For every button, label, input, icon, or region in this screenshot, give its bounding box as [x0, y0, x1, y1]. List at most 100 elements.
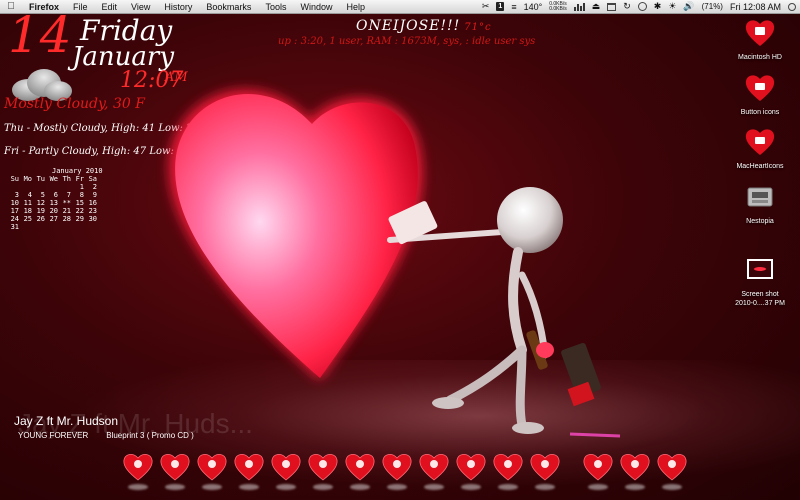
safari-heart-icon [197, 454, 227, 481]
dock-item[interactable] [342, 452, 378, 494]
desktop-icon-label: MacHeartIcons [736, 163, 784, 170]
desktop-icon-nestopia[interactable]: Nestopia [720, 182, 800, 226]
time-machine-icon[interactable] [637, 2, 647, 11]
calendar-day: 2 [92, 183, 97, 191]
calendar-day [34, 223, 47, 231]
dock-reflection [128, 484, 148, 490]
dock-item[interactable] [416, 452, 452, 494]
menu-bar:  Firefox File Edit View History Bookmar… [0, 0, 800, 14]
finder-heart-icon [123, 454, 153, 481]
calendar-day [47, 183, 60, 191]
dock-item[interactable] [194, 452, 230, 494]
dock-item[interactable] [453, 452, 489, 494]
wifi-icon[interactable]: ☀ [668, 1, 676, 12]
sync-icon[interactable]: ↻ [623, 1, 631, 12]
calendar-icon[interactable] [607, 2, 617, 11]
desktop-icon-label: Macintosh HD [738, 54, 782, 61]
eject-icon[interactable]: ⏏ [592, 1, 601, 12]
heart-painting-artwork [169, 89, 621, 438]
dock-item[interactable] [120, 452, 156, 494]
now-playing-artist: Jay Z ft Mr. Hudson [14, 414, 119, 428]
dock-item[interactable] [490, 452, 526, 494]
menu-view[interactable]: View [124, 2, 157, 12]
dock-reflection [535, 484, 555, 490]
network-monitor[interactable]: 0.0KB/s 0.0KB/s [549, 1, 567, 12]
desktop-icon-label: Screen shot 2010-0....37 PM [735, 291, 785, 307]
desktop-icon-button-icons[interactable]: Button icons [720, 73, 800, 117]
dock-reflection [461, 484, 481, 490]
calendar-day [21, 223, 34, 231]
dock-item[interactable] [379, 452, 415, 494]
calendar-day: 30 [88, 215, 97, 223]
dock-reflection [424, 484, 444, 490]
calendar-day [73, 223, 86, 231]
desktop-icon-label: Button icons [740, 109, 780, 116]
calendar-weekday: Tu [36, 175, 45, 183]
calendar-weekday: Th [62, 175, 71, 183]
calendar-day: 13 [49, 199, 58, 207]
menu-tools[interactable]: Tools [258, 2, 293, 12]
photo-heart-icon [271, 454, 301, 481]
desktop-icon-screen-shot[interactable]: Screen shot 2010-0....37 PM [720, 248, 800, 315]
photos-heart-icon [308, 454, 338, 481]
spotlight-search-icon[interactable] [788, 2, 796, 11]
dock-item[interactable] [231, 452, 267, 494]
menu-window[interactable]: Window [293, 2, 339, 12]
appstore-heart-icon [493, 454, 523, 481]
weather-conditions: Mostly Cloudy, 30 F [4, 96, 145, 112]
status-lines-icon[interactable]: ≡ [511, 2, 516, 12]
dock-reflection [350, 484, 370, 490]
calendar-day: 27 [49, 215, 58, 223]
menu-history[interactable]: History [157, 2, 199, 12]
calendar-day: 11 [23, 199, 32, 207]
calendar-day [8, 183, 21, 191]
volume-icon[interactable]: 🔊 [683, 1, 694, 12]
scissors-icon[interactable]: ✂ [482, 1, 490, 12]
geektool-title: ONEIJOSE!!! 71°c [356, 18, 492, 34]
calendar-day: 7 [66, 191, 71, 199]
battery-indicator[interactable]: (71%) [702, 2, 723, 11]
folder-heart-icon [745, 129, 775, 155]
desktop-icon-macintosh-hd[interactable]: Macintosh HD [720, 18, 800, 62]
dock-item[interactable] [157, 452, 193, 494]
headphones-heart-icon [345, 454, 375, 481]
clock[interactable]: Fri 12:08 AM [730, 2, 781, 12]
now-playing-details: YOUNG FOREVER Blueprint 3 ( Promo CD ) [18, 431, 194, 440]
folder-heart-icon [583, 454, 613, 481]
settings-heart-icon [530, 454, 560, 481]
dock-item[interactable] [617, 452, 653, 494]
menu-bookmarks[interactable]: Bookmarks [199, 2, 258, 12]
calendar-day: 5 [40, 191, 45, 199]
temperature-readout[interactable]: 140° [524, 2, 543, 12]
keyboard-badge[interactable]: 1 [496, 2, 505, 11]
calendar-day: 18 [23, 207, 32, 215]
screenshot-file-icon [747, 259, 773, 279]
dock-reflection [239, 484, 259, 490]
menu-help[interactable]: Help [339, 2, 372, 12]
desktop-icon-macheart-icons[interactable]: MacHeartIcons [720, 127, 800, 171]
activity-bars-icon[interactable] [573, 2, 585, 11]
dock-item[interactable] [654, 452, 690, 494]
calendar-day: 20 [49, 207, 58, 215]
dock-item[interactable] [305, 452, 341, 494]
dock-item[interactable] [268, 452, 304, 494]
status-area: ✂ 1 ≡ 140° 0.0KB/s 0.0KB/s ⏏ ↻ ✱ ☀ 🔊 (71… [475, 0, 800, 14]
pencil-heart-icon [382, 454, 412, 481]
calendar-day [86, 223, 99, 231]
hard-drive-heart-icon [745, 20, 775, 46]
calendar-day: 29 [75, 215, 84, 223]
day-number: 14 [8, 6, 72, 64]
calendar-day: 24 [10, 215, 19, 223]
calendar-day: 23 [88, 207, 97, 215]
menu-edit[interactable]: Edit [95, 2, 125, 12]
dock-reflection [202, 484, 222, 490]
mail-heart-icon [160, 454, 190, 481]
calendar-day: 28 [62, 215, 71, 223]
dock-item[interactable] [527, 452, 563, 494]
calendar-day: 16 [88, 199, 97, 207]
bluetooth-icon[interactable]: ✱ [654, 1, 662, 12]
title-text: ONEIJOSE!!! [356, 18, 461, 34]
nestopia-icon [747, 187, 773, 207]
calendar-weekday: We [49, 175, 58, 183]
dock-item[interactable] [580, 452, 616, 494]
